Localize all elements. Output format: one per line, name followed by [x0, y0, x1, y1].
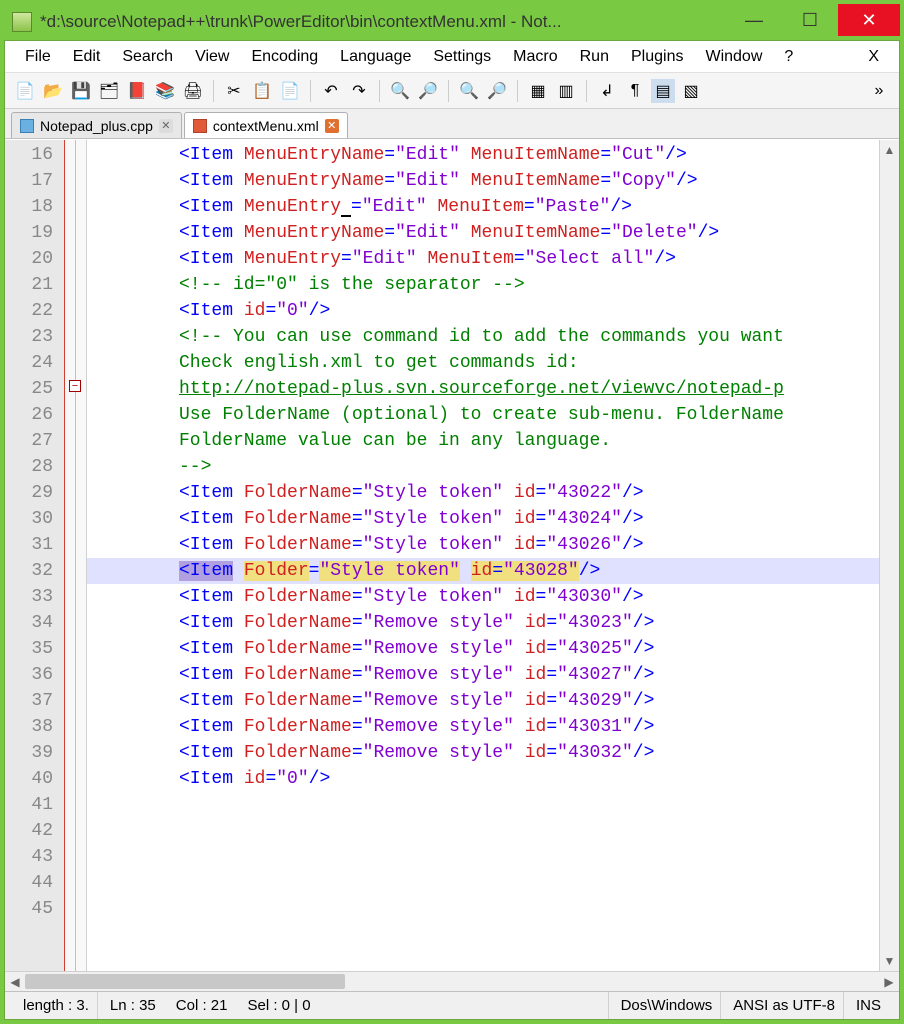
paste-icon[interactable]: 📄 — [278, 79, 302, 103]
menubar: File Edit Search View Encoding Language … — [5, 41, 899, 73]
print-icon[interactable]: 🖨 — [181, 79, 205, 103]
fold-collapse-icon[interactable]: − — [69, 380, 81, 392]
open-file-icon[interactable]: 📂 — [41, 79, 65, 103]
toolbar-overflow-icon[interactable]: » — [867, 79, 891, 103]
status-ln: Ln : 35 — [102, 992, 164, 1019]
editor: 1617181920212223242526272829303132333435… — [5, 139, 899, 971]
cut-icon[interactable]: ✂ — [222, 79, 246, 103]
code-area[interactable]: <Item MenuEntryName="Edit" MenuItemName=… — [87, 140, 879, 971]
menu-file[interactable]: File — [15, 44, 61, 70]
menu-view[interactable]: View — [185, 44, 239, 70]
replace-icon[interactable]: 🔎 — [416, 79, 440, 103]
menu-edit[interactable]: Edit — [63, 44, 111, 70]
file-icon — [20, 119, 34, 133]
status-ins[interactable]: INS — [848, 992, 889, 1019]
show-all-icon[interactable]: ¶ — [623, 79, 647, 103]
menu-run[interactable]: Run — [570, 44, 619, 70]
toolbar: 📄 📂 💾 🗂 📕 📚 🖨 ✂ 📋 📄 ↶ ↷ 🔍 🔎 🔍 🔎 ▦ ▥ ↲ — [5, 73, 899, 109]
close-file-icon[interactable]: 📕 — [125, 79, 149, 103]
scroll-right-icon[interactable]: ▶ — [879, 972, 899, 991]
menu-plugins[interactable]: Plugins — [621, 44, 693, 70]
copy-icon[interactable]: 📋 — [250, 79, 274, 103]
tab-bar: Notepad_plus.cpp ✕ contextMenu.xml ✕ — [5, 109, 899, 139]
save-icon[interactable]: 💾 — [69, 79, 93, 103]
status-eol[interactable]: Dos\Windows — [613, 992, 722, 1019]
status-length: length : 3. — [15, 992, 98, 1019]
tab-label: Notepad_plus.cpp — [40, 118, 153, 134]
app-icon — [12, 12, 32, 32]
statusbar: length : 3. Ln : 35 Col : 21 Sel : 0 | 0… — [5, 991, 899, 1019]
status-encoding[interactable]: ANSI as UTF-8 — [725, 992, 844, 1019]
scrollbar-thumb[interactable] — [25, 974, 345, 989]
window-title: *d:\source\Notepad++\trunk\PowerEditor\b… — [40, 12, 726, 32]
indent-guide-icon[interactable]: ▤ — [651, 79, 675, 103]
menu-encoding[interactable]: Encoding — [241, 44, 328, 70]
status-col: Col : 21 — [168, 992, 236, 1019]
app-window: *d:\source\Notepad++\trunk\PowerEditor\b… — [0, 0, 904, 1024]
sync-h-icon[interactable]: ▥ — [554, 79, 578, 103]
menu-close-x[interactable]: X — [858, 44, 889, 70]
minimize-button[interactable]: — — [726, 4, 782, 36]
fold-margin[interactable]: − — [65, 140, 87, 971]
titlebar[interactable]: *d:\source\Notepad++\trunk\PowerEditor\b… — [4, 4, 900, 40]
menu-help[interactable]: ? — [774, 44, 803, 70]
tab-notepad-plus-cpp[interactable]: Notepad_plus.cpp ✕ — [11, 112, 182, 138]
zoom-out-icon[interactable]: 🔎 — [485, 79, 509, 103]
scroll-down-icon[interactable]: ▼ — [880, 951, 899, 971]
horizontal-scrollbar[interactable]: ◀ ▶ — [5, 971, 899, 991]
wrap-icon[interactable]: ↲ — [595, 79, 619, 103]
scroll-up-icon[interactable]: ▲ — [880, 140, 899, 160]
close-button[interactable]: ✕ — [838, 4, 900, 36]
redo-icon[interactable]: ↷ — [347, 79, 371, 103]
save-all-icon[interactable]: 🗂 — [97, 79, 121, 103]
menu-settings[interactable]: Settings — [423, 44, 501, 70]
zoom-in-icon[interactable]: 🔍 — [457, 79, 481, 103]
line-number-gutter: 1617181920212223242526272829303132333435… — [5, 140, 63, 971]
tab-close-icon[interactable]: ✕ — [159, 119, 173, 133]
menu-search[interactable]: Search — [112, 44, 183, 70]
menu-window[interactable]: Window — [695, 44, 772, 70]
find-icon[interactable]: 🔍 — [388, 79, 412, 103]
status-sel: Sel : 0 | 0 — [239, 992, 608, 1019]
tab-label: contextMenu.xml — [213, 118, 319, 134]
file-modified-icon — [193, 119, 207, 133]
new-file-icon[interactable]: 📄 — [13, 79, 37, 103]
scroll-left-icon[interactable]: ◀ — [5, 972, 25, 991]
maximize-button[interactable]: ☐ — [782, 4, 838, 36]
sync-v-icon[interactable]: ▦ — [526, 79, 550, 103]
tab-contextmenu-xml[interactable]: contextMenu.xml ✕ — [184, 112, 348, 138]
menu-macro[interactable]: Macro — [503, 44, 567, 70]
vertical-scrollbar[interactable]: ▲ ▼ — [879, 140, 899, 971]
undo-icon[interactable]: ↶ — [319, 79, 343, 103]
func-list-icon[interactable]: ▧ — [679, 79, 703, 103]
close-all-icon[interactable]: 📚 — [153, 79, 177, 103]
tab-close-icon[interactable]: ✕ — [325, 119, 339, 133]
menu-language[interactable]: Language — [330, 44, 421, 70]
